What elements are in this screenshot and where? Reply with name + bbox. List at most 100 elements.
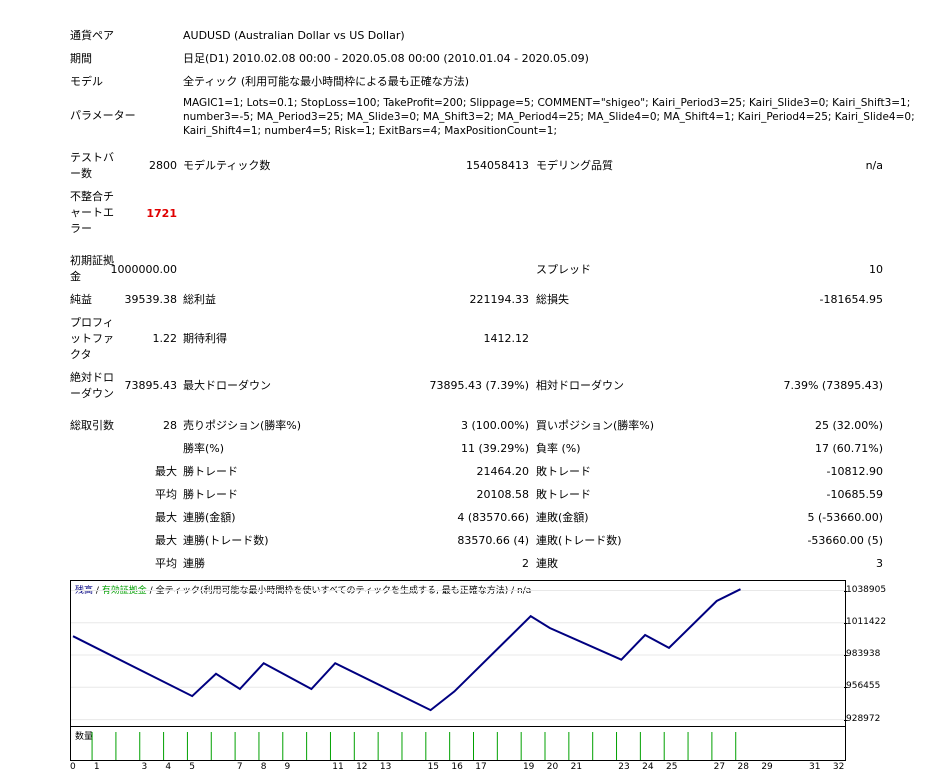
max-consec-money-loss-label: 連敗(金額) [536,511,589,524]
y-tick-mark [844,655,847,657]
parameters-line-2: number3=-5; MA_Period3=25; MA_Slide3=0; … [183,111,915,123]
average-win-label: 勝トレード [183,488,238,501]
x-tick-label: 31 [809,762,821,772]
volume-plot [91,732,737,760]
mismatch-value: 1721 [146,207,177,220]
profit-factor-label-2: ットファ [70,332,114,345]
x-tick-label: 32 [832,762,845,772]
model-label: モデル [70,75,103,88]
max-consec-count-loss-value: -53660.00 (5) [807,534,883,547]
x-tick-label: 21 [570,762,583,772]
x-tick-label: 5 [189,762,195,772]
max-dd-value: 73895.43 (7.39%) [429,379,529,392]
x-tick-label: 16 [451,762,463,772]
max-consec-money-prefix: 最大 [155,511,177,524]
net-profit-label: 純益 [70,293,92,306]
long-pos-value: 25 (32.00%) [814,419,883,432]
x-tick-label: 20 [546,762,559,772]
y-tick-mark [844,687,847,689]
x-tick-label: 1 [93,762,100,772]
largest-loss-value: -10812.90 [826,465,883,478]
max-consec-count-prefix: 最大 [155,534,177,547]
profit-factor-value: 1.22 [152,332,178,345]
largest-loss-label: 敗トレード [536,465,591,478]
bars-label-2: ー数 [70,167,92,180]
ticks-value: 154058413 [466,159,529,172]
avg-consec-win-value: 2 [522,557,529,570]
x-tick-label: 11 [332,762,344,772]
balance-line [72,588,741,712]
period-label: 期間 [70,52,92,65]
balance-plot [71,588,845,721]
max-consec-count-win-label: 連勝(トレード数) [183,534,269,547]
spread-label: スプレッド [536,263,591,276]
spread-value: 10 [869,263,883,276]
x-tick-label: 8 [260,762,267,772]
total-trades-value: 28 [163,419,177,432]
long-pos-label: 買いポジション(勝率%) [536,419,655,432]
avg-consec-win-label: 連勝 [183,557,205,570]
gross-profit-label: 総利益 [183,293,216,306]
gross-loss-value: -181654.95 [819,293,883,306]
average-prefix: 平均 [155,488,177,501]
max-consec-money-loss-value: 5 (-53660.00) [807,511,883,524]
y-tick-label: 1038905 [846,584,887,595]
rel-dd-label: 相対ドローダウン [536,379,624,392]
largest-prefix: 最大 [155,465,177,478]
win-rate-value: 11 (39.29%) [460,442,529,455]
largest-win-label: 勝トレード [183,465,238,478]
x-tick-label: 28 [737,762,749,772]
parameters-label: パラメーター [70,109,136,122]
x-tick-label: 19 [522,762,535,772]
y-tick-label: 1011422 [846,616,887,627]
expected-payoff-value: 1412.12 [483,332,530,345]
largest-win-value: 21464.20 [476,465,530,478]
x-tick-label: 24 [642,762,654,772]
mismatch-label-2: ャートエ [70,206,114,219]
avg-consec-prefix: 平均 [155,557,177,570]
loss-rate-value: 17 (60.71%) [814,442,883,455]
x-tick-label: 29 [761,762,773,772]
symbol-label: 通貨ペア [70,29,114,42]
loss-rate-label: 負率 (%) [536,442,581,455]
volume-chart: 数量 [70,726,846,761]
bars-value: 2800 [149,159,177,172]
period-value: 日足(D1) 2010.02.08 00:00 - 2020.05.08 00:… [183,52,589,65]
deposit-label-2: 金 [70,270,81,283]
profit-factor-label-1: プロフィ [70,316,114,329]
max-consec-money-win-value: 4 (83570.66) [457,511,529,524]
x-tick-label: 15 [427,762,440,772]
max-consec-count-win-value: 83570.66 (4) [457,534,529,547]
profit-factor-label-3: クタ [70,348,92,361]
x-tick-label: 7 [236,762,243,772]
max-dd-label: 最大ドローダウン [183,379,271,392]
model-value: 全ティック (利用可能な最小時間枠による最も正確な方法) [183,75,470,88]
x-tick-label: 0 [70,762,76,772]
quality-label: モデリング品質 [536,159,613,172]
average-loss-value: -10685.59 [826,488,883,501]
x-tick-label: 17 [475,762,487,772]
x-tick-label: 12 [356,762,368,772]
x-tick-label: 23 [618,762,630,772]
x-tick-label: 25 [665,762,678,772]
gross-loss-label: 総損失 [536,293,569,306]
y-tick-mark [844,719,847,721]
y-tick-label: 956455 [846,681,881,692]
avg-consec-loss-value: 3 [876,557,883,570]
y-tick-mark [844,590,847,592]
quality-value: n/a [865,159,883,172]
mismatch-label-1: 不整合チ [70,190,114,203]
x-tick-label: 3 [141,762,148,772]
symbol-value: AUDUSD (Australian Dollar vs US Dollar) [183,29,405,42]
total-trades-label: 総取引数 [70,419,114,432]
average-win-value: 20108.58 [476,488,530,501]
short-pos-value: 3 (100.00%) [460,419,529,432]
ticks-label: モデルティック数 [183,159,271,172]
parameters-line-3: Kairi_Shift4=1; number4=5; Risk=1; ExitB… [183,125,558,137]
rel-dd-value: 7.39% (73895.43) [783,379,883,392]
gross-profit-value: 221194.33 [469,293,530,306]
deposit-value: 1000000.00 [110,263,177,276]
abs-dd-value: 73895.43 [124,379,178,392]
net-profit-value: 39539.38 [124,293,178,306]
x-tick-label: 9 [284,762,291,772]
